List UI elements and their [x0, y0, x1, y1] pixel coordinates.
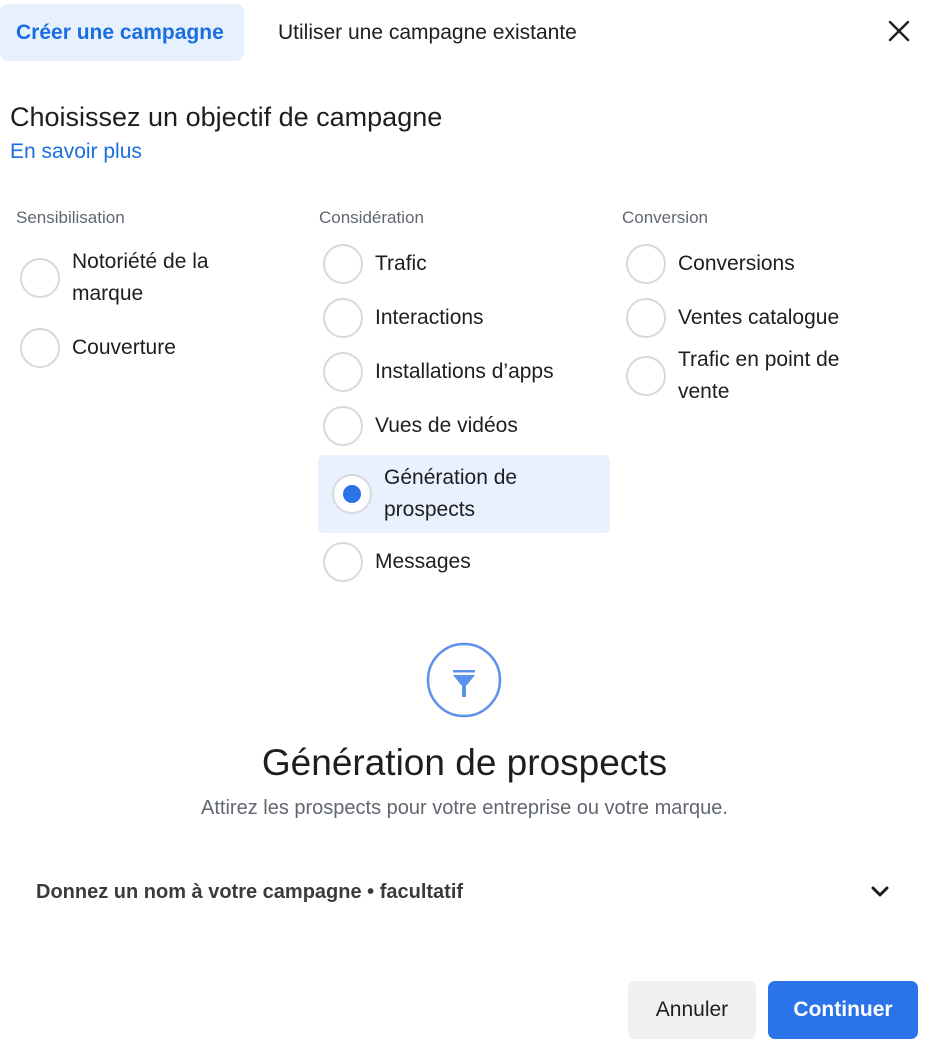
option-catalog-sales[interactable]: Ventes catalogue	[616, 298, 916, 338]
column-conversion: Conversion Conversions Ventes catalogue …	[616, 208, 916, 408]
page-title: Choisissez un objectif de campagne	[10, 102, 443, 132]
option-label: Trafic en point de vente	[678, 348, 840, 403]
option-reach[interactable]: Couverture	[10, 328, 300, 368]
radio-dot	[343, 485, 361, 503]
continue-button[interactable]: Continuer	[768, 981, 918, 1039]
radio-button[interactable]	[626, 356, 666, 396]
option-traffic[interactable]: Trafic	[313, 244, 610, 284]
column-heading: Considération	[319, 208, 424, 227]
option-label: Messages	[375, 550, 471, 573]
option-label: Interactions	[375, 306, 484, 329]
campaign-name-expander[interactable]: Donnez un nom à votre campagne • faculta…	[36, 872, 892, 912]
option-brand-awareness[interactable]: Notoriété de la marque	[10, 246, 300, 310]
option-label: Conversions	[678, 252, 795, 275]
option-app-installs[interactable]: Installations d’apps	[313, 352, 610, 392]
option-label: Génération de prospects	[384, 466, 518, 521]
column-consideration: Considération Trafic Interactions Instal…	[313, 208, 610, 582]
tab-use-existing-campaign[interactable]: Utiliser une campagne existante	[244, 4, 577, 61]
option-label: Installations d’apps	[375, 360, 554, 383]
column-heading: Conversion	[622, 208, 708, 227]
option-lead-generation[interactable]: Génération de prospects	[318, 455, 610, 533]
campaign-name-label: Donnez un nom à votre campagne • faculta…	[36, 880, 464, 903]
option-label: Ventes catalogue	[678, 306, 840, 329]
radio-button[interactable]	[20, 258, 60, 298]
radio-button[interactable]	[323, 298, 363, 338]
learn-more-link[interactable]: En savoir plus	[10, 140, 142, 164]
tab-bar: Créer une campagne Utiliser une campagne…	[0, 4, 577, 61]
radio-button-selected[interactable]	[332, 474, 372, 514]
option-label: Vues de vidéos	[375, 414, 518, 437]
radio-button[interactable]	[20, 328, 60, 368]
radio-button[interactable]	[626, 298, 666, 338]
selected-objective-title: Génération de prospects	[261, 742, 668, 783]
chevron-down-icon[interactable]	[868, 880, 892, 904]
option-engagement[interactable]: Interactions	[313, 298, 610, 338]
selected-objective-description: Attirez les prospects pour votre entrepr…	[201, 797, 728, 819]
close-icon[interactable]	[886, 18, 912, 44]
option-conversions[interactable]: Conversions	[616, 244, 916, 284]
radio-button[interactable]	[323, 542, 363, 582]
option-label: Trafic	[375, 252, 427, 275]
tab-create-campaign[interactable]: Créer une campagne	[0, 4, 244, 61]
option-store-traffic[interactable]: Trafic en point de vente	[616, 344, 916, 408]
column-heading: Sensibilisation	[16, 208, 125, 227]
option-messages[interactable]: Messages	[313, 542, 610, 582]
radio-button[interactable]	[323, 406, 363, 446]
cancel-button[interactable]: Annuler	[628, 981, 756, 1039]
option-label: Couverture	[72, 336, 176, 359]
radio-button[interactable]	[626, 244, 666, 284]
radio-button[interactable]	[323, 244, 363, 284]
funnel-icon	[426, 642, 502, 718]
column-awareness: Sensibilisation Notoriété de la marque C…	[10, 208, 300, 368]
option-label: Notoriété de la marque	[72, 250, 209, 305]
radio-button[interactable]	[323, 352, 363, 392]
option-video-views[interactable]: Vues de vidéos	[313, 406, 610, 446]
